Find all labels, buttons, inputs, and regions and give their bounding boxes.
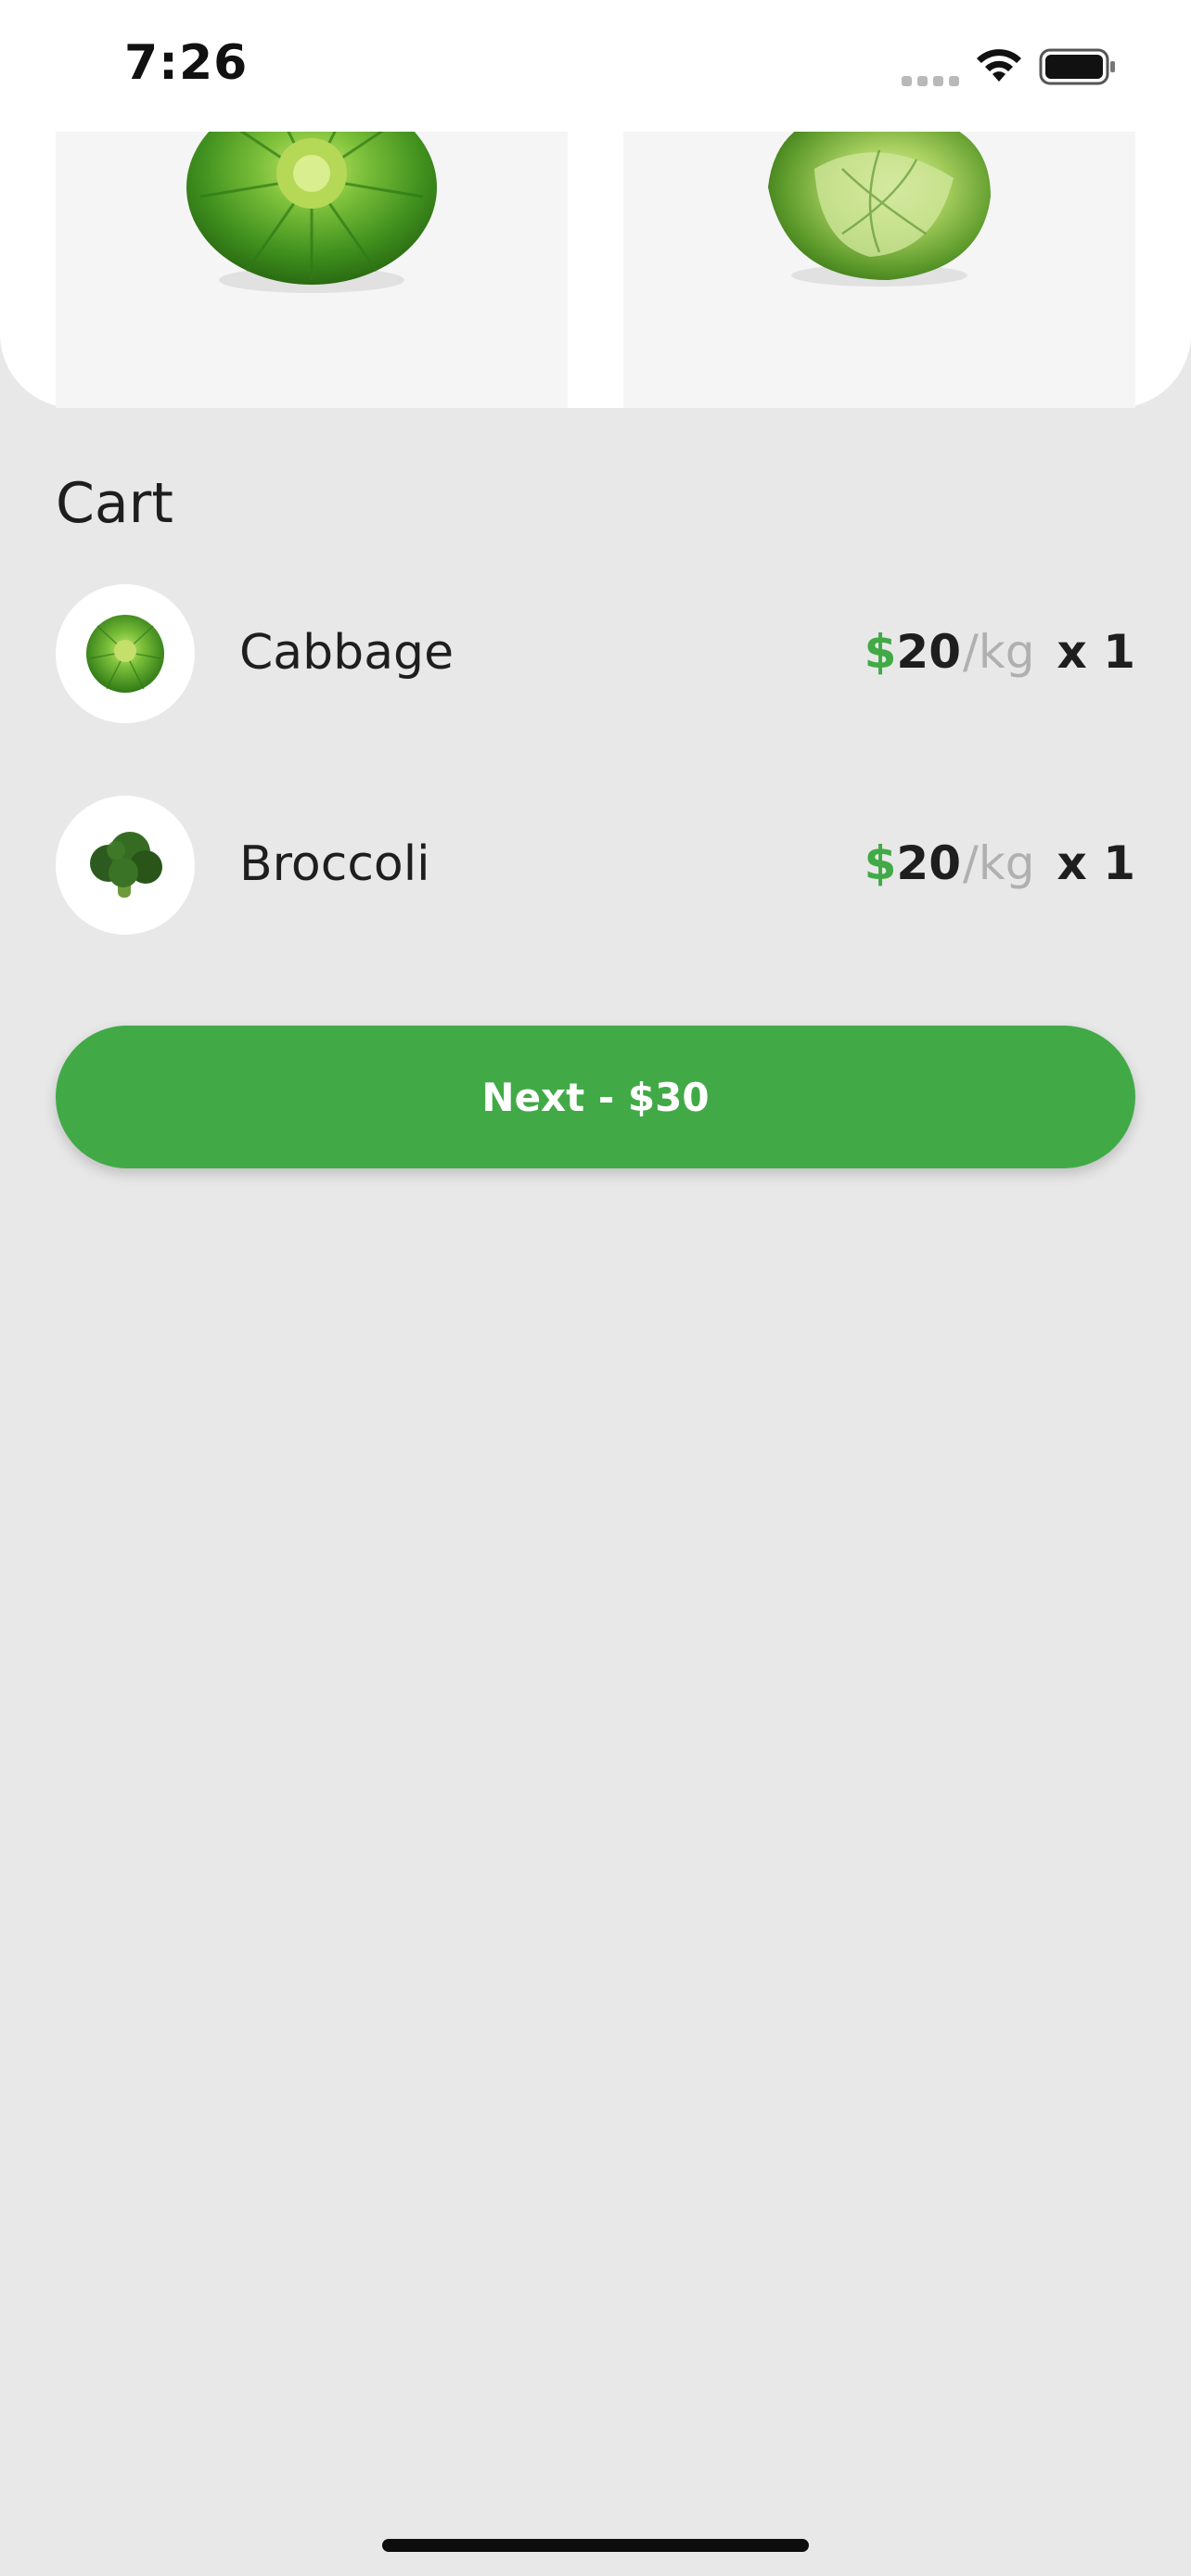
broccoli-thumbnail-icon [90, 832, 162, 898]
battery-icon [1039, 48, 1115, 85]
cabbage-thumbnail [56, 584, 195, 723]
cart-item-price: $ 20 /kg x 1 [864, 625, 1135, 679]
cellular-signal-icon [902, 76, 959, 86]
cart-item-name: Broccoli [239, 836, 430, 892]
price-amount: 20 [896, 836, 961, 890]
price-currency: $ [864, 625, 897, 679]
price-unit: /kg [963, 625, 1035, 679]
cabbage-image [186, 132, 437, 293]
product-card-cabbage[interactable] [56, 132, 568, 408]
cart-item[interactable]: Cabbage $ 20 /kg x 1 [56, 584, 1135, 725]
cart-item[interactable]: Broccoli $ 20 /kg x 1 [56, 796, 1135, 937]
cabbage-thumbnail-icon [86, 615, 164, 693]
next-button[interactable]: Next - $30 [56, 1026, 1135, 1168]
product-card-savoy-cabbage[interactable] [623, 132, 1135, 408]
cart-item-name: Cabbage [239, 625, 455, 681]
home-indicator[interactable] [382, 2539, 809, 2552]
cart-title: Cart [56, 471, 173, 536]
price-currency: $ [864, 836, 897, 890]
price-amount: 20 [896, 625, 961, 679]
cart-item-price: $ 20 /kg x 1 [864, 836, 1135, 890]
savoy-cabbage-image [768, 132, 991, 287]
cart-item-quantity: x 1 [1057, 625, 1135, 679]
broccoli-thumbnail [56, 796, 195, 935]
status-bar: 7:26 [0, 0, 1191, 132]
wifi-icon [977, 49, 1021, 82]
status-time: 7:26 [124, 35, 249, 91]
price-unit: /kg [963, 836, 1035, 890]
cart-item-quantity: x 1 [1057, 836, 1135, 890]
